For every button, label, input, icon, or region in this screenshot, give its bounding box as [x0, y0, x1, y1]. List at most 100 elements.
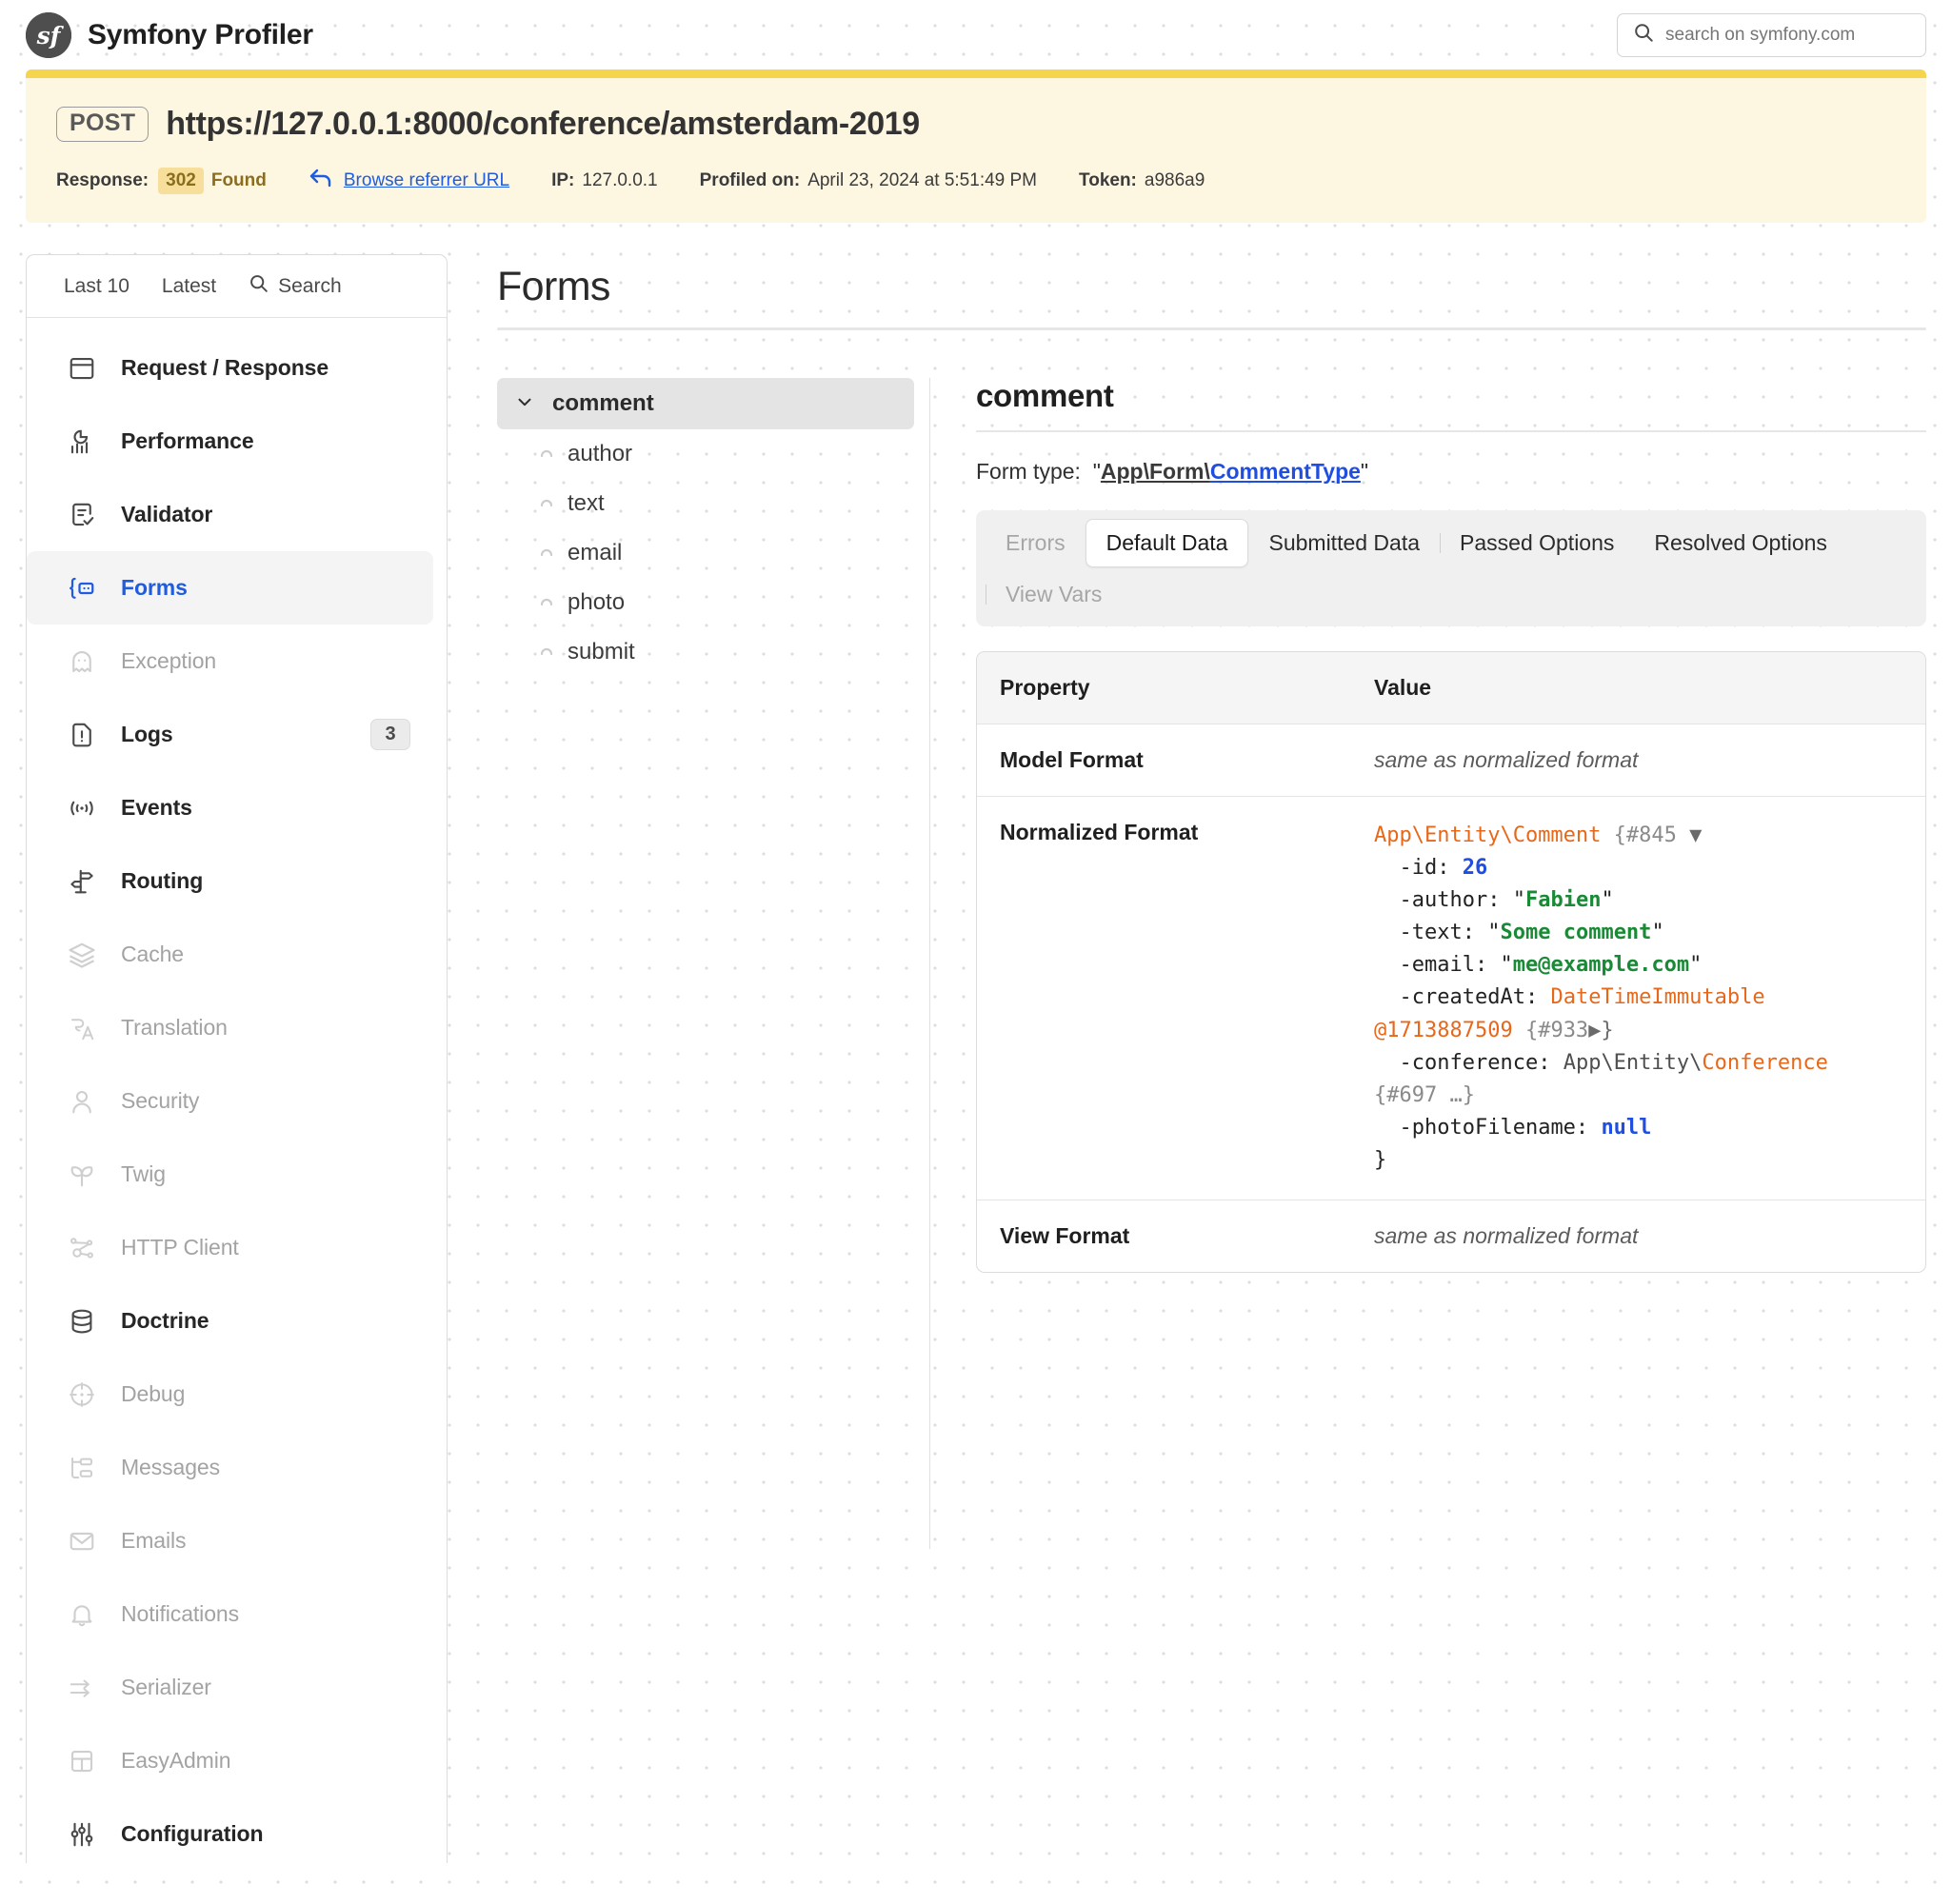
dump-key-createdat: -createdAt:: [1400, 985, 1539, 1009]
banner-accent-strip: [26, 69, 1926, 78]
var-dump[interactable]: App\Entity\Comment {#845 ▼ -id: 26 -auth…: [1374, 820, 1902, 1177]
sidebar-item-exception[interactable]: Exception: [27, 625, 447, 698]
row-property-model-format: Model Format: [977, 724, 1363, 796]
dump-value-text: Some comment: [1500, 921, 1651, 944]
sidebar-item-routing[interactable]: Routing: [27, 844, 447, 918]
logs-count-badge: 3: [370, 719, 410, 750]
dump-root-ref: {#845: [1614, 823, 1677, 847]
sidebar-item-http-client[interactable]: HTTP Client: [27, 1211, 447, 1284]
search-icon: [249, 273, 269, 299]
search-placeholder: search on symfony.com: [1665, 25, 1855, 46]
sidebar-item-label: Doctrine: [121, 1308, 209, 1334]
dump-key-conference: -conference:: [1400, 1051, 1551, 1075]
symfony-logo-icon: sf: [26, 12, 71, 58]
sidebar-item-events[interactable]: Events: [27, 771, 447, 844]
message-queue-icon: [67, 1453, 97, 1483]
app-title: Symfony Profiler: [88, 19, 313, 51]
tab-submitted-data[interactable]: Submitted Data: [1248, 520, 1440, 566]
sidebar-tab-last-10[interactable]: Last 10: [48, 275, 146, 298]
sidebar-tab-search[interactable]: Search: [232, 273, 358, 299]
sidebar-item-performance[interactable]: Performance: [27, 405, 447, 478]
network-nodes-icon: [67, 1233, 97, 1263]
tree-node-label: author: [568, 441, 632, 467]
database-icon: [67, 1306, 97, 1337]
sidebar-item-label: Exception: [121, 648, 216, 674]
sidebar-item-notifications[interactable]: Notifications: [27, 1577, 447, 1651]
sidebar-item-label: Serializer: [121, 1675, 211, 1700]
tree-node-submit[interactable]: submit: [497, 627, 914, 677]
tab-default-data[interactable]: Default Data: [1086, 519, 1249, 567]
form-type-namespace[interactable]: App\Form\: [1101, 459, 1210, 484]
sidebar-item-forms[interactable]: Forms: [27, 551, 433, 625]
dump-key-author: -author:: [1400, 888, 1501, 912]
leaf-icon: [67, 1160, 97, 1190]
brand[interactable]: sf Symfony Profiler: [26, 12, 313, 58]
tab-errors[interactable]: Errors: [986, 520, 1086, 566]
sidebar-item-label: Emails: [121, 1528, 186, 1554]
form-tree-pane: comment author text: [497, 378, 930, 1549]
target-icon: [67, 1379, 97, 1410]
sidebar-item-twig[interactable]: Twig: [27, 1138, 447, 1211]
browser-window-icon: [67, 353, 97, 384]
tree-node-label: comment: [552, 390, 654, 417]
tree-branch-icon: [539, 446, 554, 462]
signpost-icon: [67, 866, 97, 897]
sidebar-item-request-response[interactable]: Request / Response: [27, 331, 447, 405]
tree-node-email[interactable]: email: [497, 528, 914, 578]
title-divider: [497, 327, 1926, 330]
browse-referrer-url-link[interactable]: Browse referrer URL: [309, 168, 509, 194]
sidebar-item-debug[interactable]: Debug: [27, 1358, 447, 1431]
forms-panes: comment author text: [497, 378, 1926, 1549]
detail-divider: [976, 430, 1926, 432]
log-file-icon: [67, 720, 97, 750]
tab-view-vars[interactable]: View Vars: [986, 571, 1122, 618]
sidebar-item-emails[interactable]: Emails: [27, 1504, 447, 1577]
tree-node-text[interactable]: text: [497, 479, 914, 528]
tree-node-comment[interactable]: comment: [497, 378, 914, 429]
broadcast-icon: [67, 793, 97, 823]
tab-passed-options[interactable]: Passed Options: [1440, 520, 1634, 566]
sidebar-item-translation[interactable]: Translation: [27, 991, 447, 1064]
sidebar-item-configuration[interactable]: Configuration: [27, 1797, 447, 1863]
forms-icon: [67, 573, 97, 604]
sidebar-item-easyadmin[interactable]: EasyAdmin: [27, 1724, 447, 1797]
dump-toggle-icon[interactable]: ▼: [1689, 823, 1702, 847]
sidebar-item-cache[interactable]: Cache: [27, 918, 447, 991]
sidebar-tab-latest[interactable]: Latest: [146, 275, 232, 298]
dump-conference-namespace: App\Entity\: [1564, 1051, 1703, 1075]
dump-createdat-close[interactable]: ▶}: [1588, 1019, 1614, 1042]
request-line: POST https://127.0.0.1:8000/conference/a…: [56, 106, 1896, 143]
form-type-class[interactable]: CommentType: [1210, 459, 1361, 484]
tree-branch-icon: [539, 595, 554, 610]
default-data-table: Property Value Model Format same as norm…: [976, 651, 1926, 1273]
tree-node-photo[interactable]: photo: [497, 578, 914, 627]
ghost-icon: [67, 646, 97, 677]
sidebar-item-messages[interactable]: Messages: [27, 1431, 447, 1504]
sidebar-item-validator[interactable]: Validator: [27, 478, 447, 551]
sidebar-item-security[interactable]: Security: [27, 1064, 447, 1138]
sidebar-item-logs[interactable]: Logs 3: [27, 698, 447, 771]
dump-root-class: App\Entity\Comment: [1374, 823, 1601, 847]
view-format-value: same as normalized format: [1374, 1223, 1638, 1248]
dump-value-id: 26: [1463, 856, 1488, 880]
row-value: App\Entity\Comment {#845 ▼ -id: 26 -auth…: [1363, 797, 1925, 1200]
request-meta: Response: 302 Found Browse referrer URL …: [56, 168, 1896, 194]
sidebar-item-serializer[interactable]: Serializer: [27, 1651, 447, 1724]
sidebar-item-label: Logs: [121, 722, 173, 747]
translate-icon: [67, 1013, 97, 1043]
sidebar-item-label: Routing: [121, 868, 203, 894]
sidebar: Last 10 Latest Search Request / Response: [26, 254, 448, 1863]
tree-branch-icon: [539, 545, 554, 561]
site-search-input[interactable]: search on symfony.com: [1617, 13, 1926, 57]
form-detail-pane: comment Form type: "App\Form\CommentType…: [930, 378, 1926, 1549]
dump-conference-class: Conference: [1702, 1051, 1827, 1075]
tree-branch-icon: [539, 645, 554, 660]
tab-resolved-options[interactable]: Resolved Options: [1634, 520, 1847, 566]
dump-key-text: -text:: [1400, 921, 1475, 944]
tree-node-author[interactable]: author: [497, 429, 914, 479]
chevron-down-icon[interactable]: [514, 391, 535, 417]
browse-referrer-url-label: Browse referrer URL: [344, 170, 509, 191]
sidebar-item-doctrine[interactable]: Doctrine: [27, 1284, 447, 1358]
tree-branch-icon: [539, 496, 554, 511]
top-bar: sf Symfony Profiler search on symfony.co…: [0, 0, 1952, 69]
